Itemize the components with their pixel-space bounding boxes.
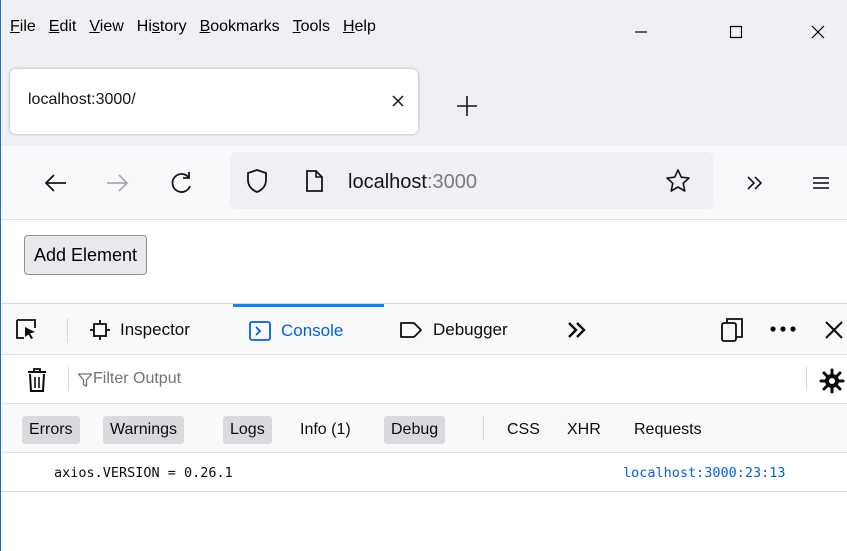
new-tab-icon[interactable]	[447, 86, 487, 126]
filter-bar: Filter Output	[1, 355, 847, 404]
double-chevron-icon	[747, 176, 763, 190]
element-picker-icon[interactable]	[13, 316, 39, 342]
filter-xhr[interactable]: XHR	[560, 416, 608, 444]
url-bar[interactable]: localhost:3000	[230, 152, 713, 209]
hamburger-menu-icon	[813, 177, 829, 189]
forward-arrow-icon	[107, 174, 129, 192]
tab-title: localhost:3000/	[28, 91, 136, 108]
shield-icon[interactable]	[244, 167, 270, 195]
maximize-button[interactable]	[706, 12, 766, 52]
tab-inspector-label: Inspector	[120, 319, 190, 339]
menu-file[interactable]: File	[10, 18, 36, 36]
filter-requests[interactable]: Requests	[627, 416, 709, 444]
more-tools-chevron-icon[interactable]	[564, 317, 590, 343]
forward-button[interactable]	[99, 165, 135, 201]
browser-tab[interactable]: localhost:3000/	[10, 69, 418, 134]
page-icon	[306, 170, 323, 192]
menu-edit[interactable]: Edit	[49, 18, 77, 36]
filter-debug[interactable]: Debug	[384, 416, 446, 444]
settings-divider	[806, 367, 807, 391]
url-text: localhost:3000	[348, 171, 477, 193]
back-arrow-icon	[44, 174, 66, 192]
filter-divider	[68, 367, 69, 391]
menu-help[interactable]: Help	[343, 18, 376, 36]
app-menu-button[interactable]	[803, 165, 839, 201]
overflow-chevron-button[interactable]	[737, 165, 773, 201]
settings-gear-icon[interactable]	[818, 367, 846, 395]
minimize-icon	[635, 31, 647, 33]
close-devtools-icon[interactable]	[823, 319, 845, 341]
more-options-icon[interactable]	[769, 324, 797, 334]
close-window-button[interactable]	[788, 12, 847, 52]
tab-console[interactable]: Console	[233, 304, 384, 355]
page-content: Add Element	[1, 220, 847, 303]
filter-logs[interactable]: Logs	[223, 416, 272, 444]
menu-bookmarks[interactable]: Bookmarks	[200, 18, 280, 36]
maximize-icon	[729, 25, 743, 39]
tab-inspector[interactable]: Inspector	[89, 304, 190, 355]
filter-funnel-icon	[77, 373, 93, 387]
devtools-toolbar: Inspector Console Debugger	[1, 304, 847, 355]
tab-strip: localhost:3000/	[1, 62, 847, 146]
console-source-link[interactable]: localhost:3000:23:13	[623, 465, 786, 481]
filter-warnings[interactable]: Warnings	[103, 416, 184, 444]
menu-history[interactable]: History	[137, 18, 187, 36]
filter-placeholder: Filter Output	[93, 370, 182, 387]
tab-debugger-label: Debugger	[433, 319, 508, 339]
menu-tools[interactable]: Tools	[293, 18, 330, 36]
browser-window: File Edit View History Bookmarks Tools H…	[0, 0, 847, 551]
filter-css[interactable]: CSS	[500, 416, 547, 444]
tab-console-label: Console	[281, 321, 344, 340]
filter-errors[interactable]: Errors	[22, 416, 80, 444]
log-level-bar: Errors Warnings Logs Info (1) Debug CSS …	[1, 404, 847, 453]
add-element-button[interactable]: Add Element	[24, 235, 148, 275]
menu-bar: File Edit View History Bookmarks Tools H…	[1, 0, 847, 62]
navigation-bar: localhost:3000	[1, 146, 847, 220]
minimize-button[interactable]	[611, 12, 671, 52]
level-divider	[483, 416, 484, 440]
devtools-panel: Inspector Console Debugger Filter Output	[1, 303, 847, 551]
menu-view[interactable]: View	[89, 18, 123, 36]
bookmark-star-icon[interactable]	[664, 167, 692, 195]
tab-close-icon[interactable]	[386, 89, 410, 113]
inspector-icon	[89, 319, 111, 341]
debugger-icon	[398, 319, 424, 341]
dock-toggle-icon[interactable]	[719, 316, 745, 344]
filter-output-input[interactable]: Filter Output	[73, 355, 793, 403]
reload-button[interactable]	[164, 165, 200, 201]
console-icon	[248, 320, 272, 342]
toolbar-divider	[67, 318, 68, 342]
close-icon	[811, 25, 825, 39]
reload-icon	[171, 172, 191, 193]
console-message-text: axios.VERSION = 0.26.1	[54, 465, 233, 481]
tab-debugger[interactable]: Debugger	[398, 304, 508, 355]
trash-icon[interactable]	[26, 367, 48, 393]
menu-items: File Edit View History Bookmarks Tools H…	[10, 18, 389, 36]
console-message-row: axios.VERSION = 0.26.1 localhost:3000:23…	[1, 454, 847, 492]
back-button[interactable]	[38, 165, 74, 201]
filter-info[interactable]: Info (1)	[293, 416, 358, 444]
